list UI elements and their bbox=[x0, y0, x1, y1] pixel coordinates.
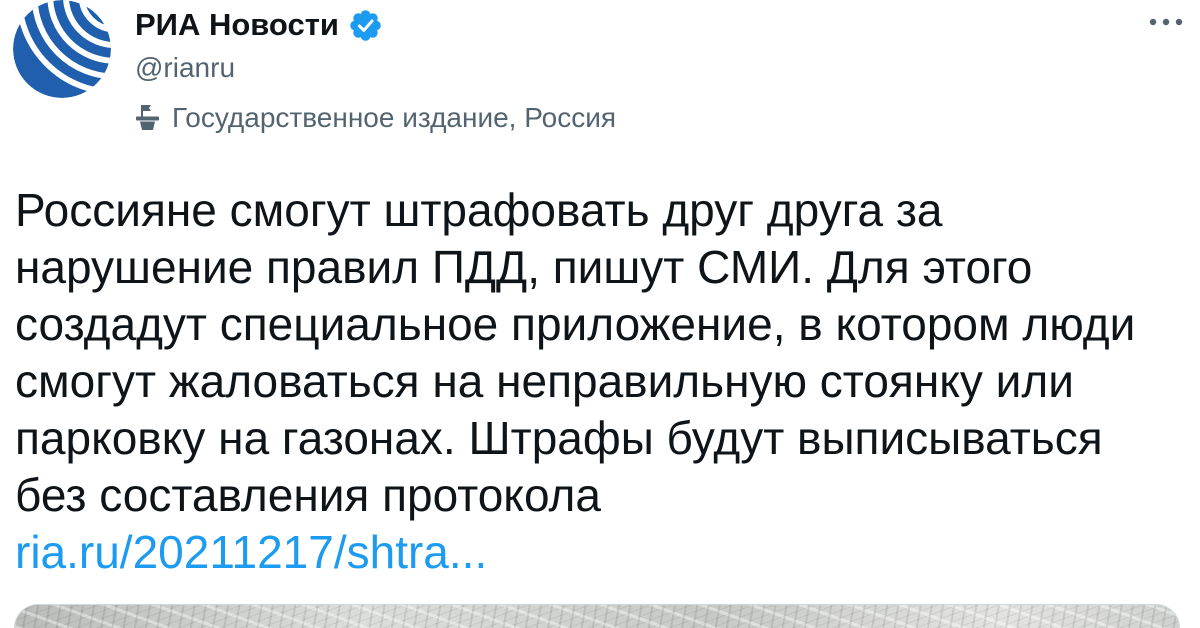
display-name[interactable]: РИА Новости bbox=[135, 5, 339, 45]
tweet-text-line: создадут специальное приложение, в котор… bbox=[15, 298, 1136, 350]
tweet-text: Россияне смогут штрафовать друг друга за… bbox=[15, 182, 1135, 581]
tweet-media-image[interactable] bbox=[14, 604, 1180, 628]
tweet-text-line: парковку на газонах. Штрафы будут выписы… bbox=[15, 412, 1103, 464]
tweet-text-line: Россияне смогут штрафовать друг друга за bbox=[15, 184, 943, 236]
tweet-text-line: без составления протокола bbox=[15, 469, 601, 521]
username-handle[interactable]: @rianru bbox=[135, 48, 235, 88]
avatar[interactable] bbox=[13, 0, 111, 98]
more-options-icon[interactable] bbox=[1148, 16, 1184, 28]
tweet-text-line: смогут жаловаться на неправильную стоянк… bbox=[15, 355, 1074, 407]
verified-badge-icon bbox=[349, 9, 382, 42]
tweet-link[interactable]: ria.ru/20211217/shtra... bbox=[15, 524, 1135, 581]
tweet-text-line: нарушение правил ПДД, пишут СМИ. Для это… bbox=[15, 241, 1033, 293]
tweet-card: РИА Новости @rianru Государственное изда… bbox=[0, 0, 1200, 628]
state-media-icon bbox=[133, 103, 163, 133]
name-row: РИА Новости bbox=[135, 5, 382, 45]
ria-novosti-logo bbox=[13, 0, 111, 98]
state-media-label[interactable]: Государственное издание, Россия bbox=[133, 98, 616, 138]
state-media-label-text: Государственное издание, Россия bbox=[172, 102, 617, 133]
